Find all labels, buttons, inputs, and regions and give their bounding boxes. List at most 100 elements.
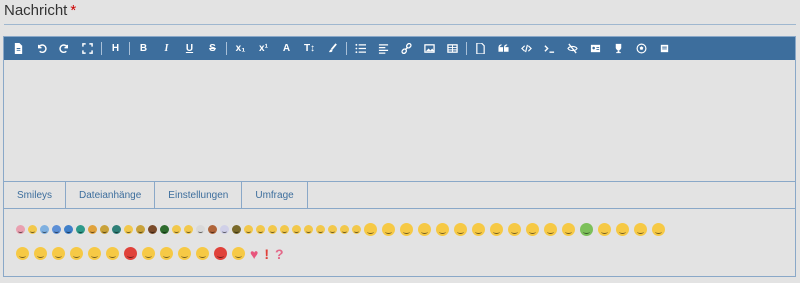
smiley-icon[interactable] bbox=[544, 223, 557, 236]
fullscreen-button[interactable] bbox=[76, 37, 99, 60]
smiley-icon[interactable] bbox=[472, 223, 485, 236]
tab-smileys[interactable]: Smileys bbox=[4, 182, 67, 208]
smiley-icon[interactable] bbox=[652, 223, 665, 236]
smiley-mouth bbox=[510, 229, 519, 234]
undo-button[interactable] bbox=[30, 37, 53, 60]
smiley-icon[interactable] bbox=[328, 225, 337, 234]
smiley-icon[interactable] bbox=[292, 225, 301, 234]
award-button[interactable] bbox=[607, 37, 630, 60]
image-button[interactable] bbox=[418, 37, 441, 60]
smiley-icon[interactable] bbox=[196, 247, 209, 260]
heart-icon[interactable]: ♥ bbox=[250, 246, 258, 262]
smiley-icon[interactable] bbox=[268, 225, 277, 234]
smiley-icon[interactable] bbox=[148, 225, 157, 234]
source-button[interactable] bbox=[7, 37, 30, 60]
smiley-icon[interactable] bbox=[316, 225, 325, 234]
smiley-icon[interactable] bbox=[124, 247, 137, 260]
smiley-icon[interactable] bbox=[304, 225, 313, 234]
smiley-icon[interactable] bbox=[616, 223, 629, 236]
smiley-icon[interactable] bbox=[172, 225, 181, 234]
smiley-icon[interactable] bbox=[220, 225, 229, 234]
inline-code-button[interactable] bbox=[538, 37, 561, 60]
heading-button[interactable]: H bbox=[104, 37, 127, 60]
link-icon bbox=[401, 43, 412, 54]
smiley-icon[interactable] bbox=[142, 247, 155, 260]
smiley-icon[interactable] bbox=[76, 225, 85, 234]
smiley-icon[interactable] bbox=[454, 223, 467, 236]
smiley-icon[interactable] bbox=[16, 225, 25, 234]
smiley-icon[interactable] bbox=[256, 225, 265, 234]
smiley-icon[interactable] bbox=[508, 223, 521, 236]
question-icon[interactable]: ? bbox=[275, 246, 284, 262]
smiley-icon[interactable] bbox=[124, 225, 133, 234]
smiley-icon[interactable] bbox=[88, 247, 101, 260]
smiley-icon[interactable] bbox=[34, 247, 47, 260]
smiley-icon[interactable] bbox=[16, 247, 29, 260]
smiley-icon[interactable] bbox=[136, 225, 145, 234]
smiley-icon[interactable] bbox=[52, 225, 61, 234]
smiley-icon[interactable] bbox=[40, 225, 49, 234]
tab-poll[interactable]: Umfrage bbox=[242, 182, 308, 208]
tab-attachments[interactable]: Dateianhänge bbox=[66, 182, 156, 208]
bold-button[interactable]: B bbox=[132, 37, 155, 60]
font-button[interactable]: A bbox=[275, 37, 298, 60]
smiley-icon[interactable] bbox=[634, 223, 647, 236]
sport-button[interactable] bbox=[630, 37, 653, 60]
smiley-icon[interactable] bbox=[418, 223, 431, 236]
smiley-icon[interactable] bbox=[232, 225, 241, 234]
smiley-icon[interactable] bbox=[382, 223, 395, 236]
smiley-mouth bbox=[114, 229, 119, 233]
table-button[interactable] bbox=[441, 37, 464, 60]
smiley-icon[interactable] bbox=[244, 225, 253, 234]
widget-button[interactable] bbox=[653, 37, 676, 60]
smiley-icon[interactable] bbox=[340, 225, 349, 234]
smiley-mouth bbox=[54, 229, 59, 233]
smiley-icon[interactable] bbox=[64, 225, 73, 234]
smiley-icon[interactable] bbox=[214, 247, 227, 260]
smiley-icon[interactable] bbox=[400, 223, 413, 236]
smiley-icon[interactable] bbox=[436, 223, 449, 236]
font-size-button[interactable]: T↕ bbox=[298, 37, 321, 60]
subscript-button[interactable]: x₁ bbox=[229, 37, 252, 60]
italic-button[interactable]: I bbox=[155, 37, 178, 60]
smiley-icon[interactable] bbox=[100, 225, 109, 234]
smiley-icon[interactable] bbox=[52, 247, 65, 260]
superscript-button[interactable]: x¹ bbox=[252, 37, 275, 60]
smiley-icon[interactable] bbox=[352, 225, 361, 234]
quote-button[interactable] bbox=[492, 37, 515, 60]
message-textarea[interactable] bbox=[4, 60, 795, 182]
color-button[interactable] bbox=[321, 37, 344, 60]
smiley-icon[interactable] bbox=[526, 223, 539, 236]
exclamation-icon[interactable]: ! bbox=[264, 246, 269, 262]
link-button[interactable] bbox=[395, 37, 418, 60]
code-button[interactable] bbox=[515, 37, 538, 60]
smiley-icon[interactable] bbox=[106, 247, 119, 260]
smiley-icon[interactable] bbox=[184, 225, 193, 234]
redo-button[interactable] bbox=[53, 37, 76, 60]
tab-settings[interactable]: Einstellungen bbox=[155, 182, 243, 208]
smiley-icon[interactable] bbox=[160, 225, 169, 234]
smiley-icon[interactable] bbox=[280, 225, 289, 234]
spoiler-button[interactable] bbox=[561, 37, 584, 60]
smiley-icon[interactable] bbox=[70, 247, 83, 260]
user-card-button[interactable] bbox=[584, 37, 607, 60]
smiley-icon[interactable] bbox=[88, 225, 97, 234]
smiley-icon[interactable] bbox=[208, 225, 217, 234]
smiley-icon[interactable] bbox=[112, 225, 121, 234]
smiley-icon[interactable] bbox=[562, 223, 575, 236]
strikethrough-button[interactable]: S bbox=[201, 37, 224, 60]
bold-label: B bbox=[139, 42, 148, 54]
smiley-icon[interactable] bbox=[178, 247, 191, 260]
smiley-icon[interactable] bbox=[490, 223, 503, 236]
smiley-icon[interactable] bbox=[28, 225, 37, 234]
smiley-icon[interactable] bbox=[196, 225, 205, 234]
page-button[interactable] bbox=[469, 37, 492, 60]
smiley-icon[interactable] bbox=[364, 223, 377, 236]
smiley-icon[interactable] bbox=[232, 247, 245, 260]
smiley-icon[interactable] bbox=[598, 223, 611, 236]
bullet-list-button[interactable] bbox=[349, 37, 372, 60]
underline-button[interactable]: U bbox=[178, 37, 201, 60]
align-button[interactable] bbox=[372, 37, 395, 60]
smiley-icon[interactable] bbox=[580, 223, 593, 236]
smiley-icon[interactable] bbox=[160, 247, 173, 260]
